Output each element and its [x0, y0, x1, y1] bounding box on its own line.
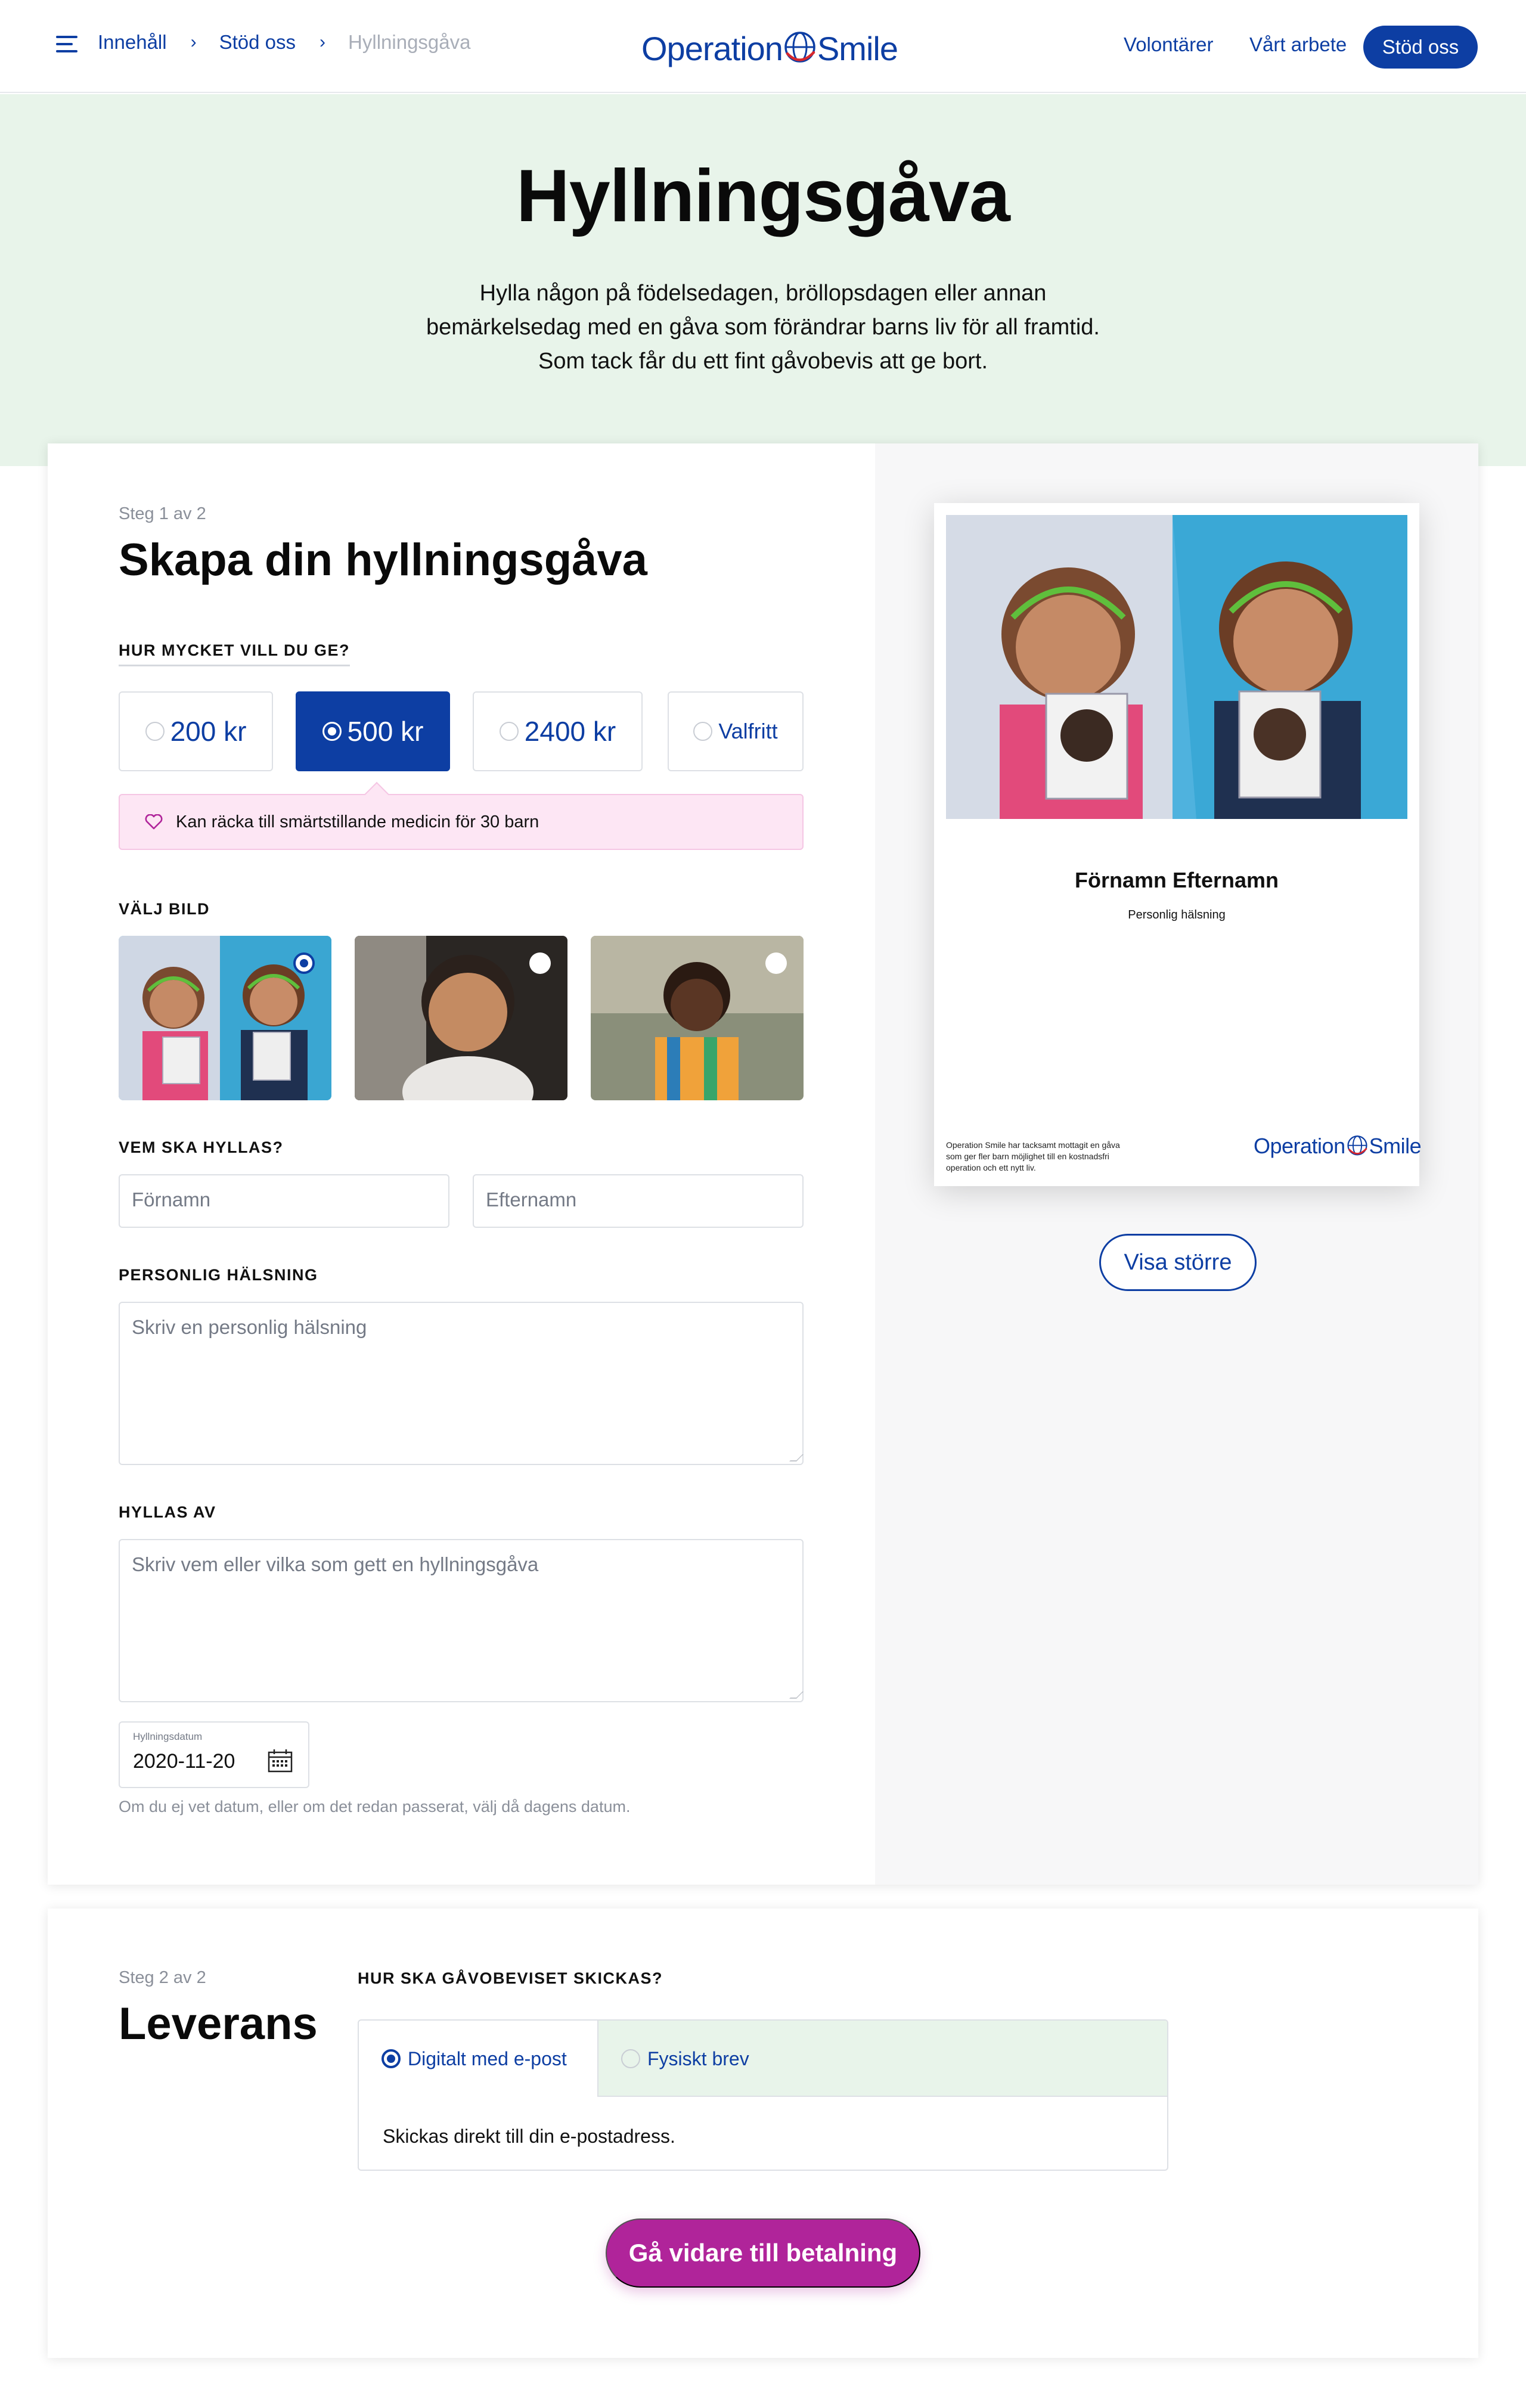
certificate-greeting: Personlig hälsning [1128, 908, 1226, 921]
tab-digital-label: Digitalt med e-post [408, 2047, 567, 2069]
step-1-card: Steg 1 av 2 Skapa din hyllningsgåva HUR … [48, 443, 1478, 1885]
delivery-label: HUR SKA GÅVOBEVISET SKICKAS? [358, 1969, 663, 1987]
globe-smile-icon [1347, 1135, 1367, 1156]
image-option-boy[interactable] [355, 936, 567, 1100]
delivery-description: Skickas direkt till din e-postadress. [383, 2125, 675, 2147]
radio-icon [499, 722, 519, 741]
radio-icon [693, 722, 713, 741]
greeting-textarea[interactable]: Skriv en personlig hälsning [119, 1302, 804, 1465]
image-option-girl[interactable] [591, 936, 804, 1100]
resize-handle-icon[interactable] [789, 1454, 804, 1461]
image-option-girls[interactable] [119, 936, 331, 1100]
amount-label-500: 500 kr [347, 716, 424, 747]
continue-to-payment-button[interactable]: Gå vidare till betalning [606, 2218, 920, 2288]
menu-icon[interactable] [56, 36, 77, 54]
calendar-icon[interactable] [268, 1749, 293, 1776]
nav-our-work[interactable]: Vårt arbete [1249, 33, 1347, 56]
hero-intro: Hylla någon på födelsedagen, bröllopsdag… [426, 281, 1100, 374]
certificate-preview: Förnamn Efternamn Personlig hälsning Ope… [934, 503, 1422, 1186]
certificate-logo: Operation Smile [1254, 1134, 1422, 1159]
logo-text-left: Operation [641, 29, 783, 67]
heart-icon [145, 814, 163, 830]
logo-text-right: Smile [817, 29, 898, 67]
lastname-input[interactable]: Efternamn [473, 1174, 804, 1228]
date-hint: Om du ej vet datum, eller om det redan p… [119, 1798, 631, 1816]
radio-icon [529, 952, 551, 974]
resize-handle-icon[interactable] [789, 1692, 804, 1699]
from-label: HYLLAS AV [119, 1503, 216, 1521]
chevron-right-icon: › [320, 32, 326, 52]
radio-icon [621, 2049, 640, 2068]
radio-checked-icon [293, 952, 315, 974]
impact-text: Kan räcka till smärtstillande medicin fö… [176, 812, 539, 831]
support-us-button[interactable]: Stöd oss [1363, 26, 1478, 69]
honoree-label: VEM SKA HYLLAS? [119, 1138, 284, 1156]
globe-smile-icon [784, 32, 815, 63]
radio-checked-icon [322, 722, 342, 741]
tab-physical-letter[interactable]: Fysiskt brev [621, 2021, 749, 2097]
operation-smile-logo[interactable]: Operation Smile [641, 23, 898, 74]
amount-option-200[interactable]: 200 kr [119, 691, 273, 771]
step-1-indicator: Steg 1 av 2 [119, 504, 206, 523]
step-2-indicator: Steg 2 av 2 [119, 1968, 206, 1987]
amount-option-500[interactable]: 500 kr [296, 691, 450, 771]
date-value: 2020-11-20 [133, 1750, 235, 1773]
radio-checked-icon [382, 2049, 401, 2068]
certificate-name: Förnamn Efternamn [1074, 868, 1279, 892]
site-header: Innehåll › Stöd oss › Hyllningsgåva Oper… [0, 0, 1526, 93]
breadcrumb: Innehåll › Stöd oss › Hyllningsgåva [98, 31, 470, 54]
breadcrumb-item-current: Hyllningsgåva [348, 31, 471, 53]
cert-logo-text-right: Smile [1369, 1134, 1422, 1158]
amount-impact-info: Kan räcka till smärtstillande medicin fö… [119, 794, 804, 850]
from-placeholder: Skriv vem eller vilka som gett en hyllni… [132, 1553, 539, 1575]
tab-physical-label: Fysiskt brev [647, 2047, 749, 2069]
greeting-label: PERSONLIG HÄLSNING [119, 1266, 318, 1284]
cert-logo-text-left: Operation [1254, 1134, 1345, 1158]
tribute-date-field[interactable]: Hyllningsdatum 2020-11-20 [119, 1721, 309, 1788]
breadcrumb-item-content[interactable]: Innehåll [98, 31, 167, 54]
breadcrumb-item-support[interactable]: Stöd oss [219, 31, 296, 54]
amount-label-custom: Valfritt [718, 719, 778, 743]
certificate-photo [946, 515, 1407, 819]
date-label: Hyllningsdatum [133, 1731, 203, 1742]
nav-volunteers[interactable]: Volontärer [1124, 33, 1213, 56]
step-1-title: Skapa din hyllningsgåva [119, 535, 647, 585]
radio-icon [765, 952, 787, 974]
radio-icon [145, 722, 165, 741]
amount-label-200: 200 kr [170, 716, 247, 747]
step-2-card: Steg 2 av 2 Leverans HUR SKA GÅVOBEVISET… [48, 1909, 1478, 2358]
greeting-placeholder: Skriv en personlig hälsning [132, 1316, 367, 1338]
show-larger-button[interactable]: Visa större [1099, 1234, 1257, 1291]
amount-label: HUR MYCKET VILL DU GE? [119, 641, 351, 666]
tab-digital-email[interactable]: Digitalt med e-post [382, 2021, 567, 2097]
amount-option-custom[interactable]: Valfritt [668, 691, 804, 771]
from-textarea[interactable]: Skriv vem eller vilka som gett en hyllni… [119, 1539, 804, 1702]
chevron-right-icon: › [190, 32, 197, 52]
amount-option-2400[interactable]: 2400 kr [473, 691, 643, 771]
step-2-title: Leverans [119, 1999, 318, 2049]
delivery-tabs: Digitalt med e-post Fysiskt brev Skickas… [358, 2019, 1168, 2171]
certificate-footer-text: Operation Smile har tacksamt mottagit en… [946, 1140, 1120, 1172]
page-title: Hyllningsgåva [516, 155, 1010, 237]
image-label: VÄLJ BILD [119, 900, 210, 918]
hero-section: Hyllningsgåva Hylla någon på födelsedage… [0, 94, 1526, 466]
amount-label-2400: 2400 kr [524, 716, 616, 747]
firstname-input[interactable]: Förnamn [119, 1174, 449, 1228]
